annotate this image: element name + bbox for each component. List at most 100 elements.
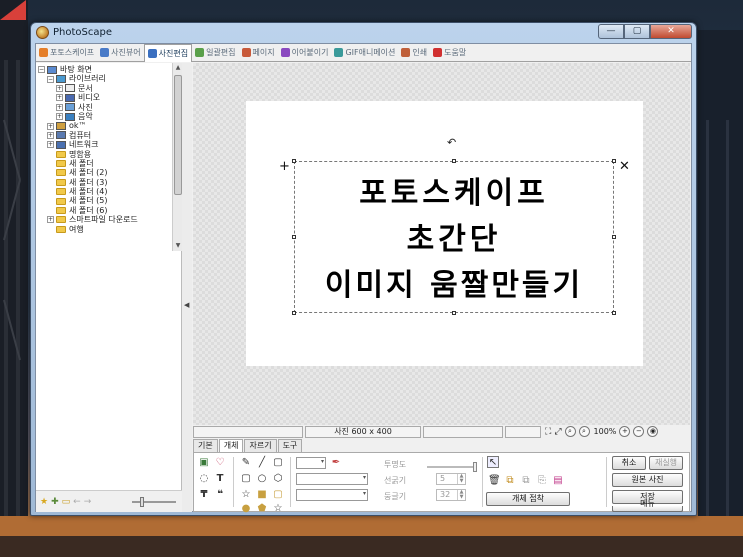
tab-8[interactable]: 인쇄 [398,44,430,61]
expand-icon[interactable]: + [56,103,63,111]
opacity-slider[interactable] [427,462,477,472]
tab-2[interactable]: 사진뷰어 [97,44,143,61]
tab-4[interactable]: 일괄편집 [192,44,238,61]
rotate-handle-icon[interactable]: ↶ [447,136,456,149]
resize-handle[interactable] [452,311,456,315]
tree-item[interactable]: 새 폴더 (4) [38,187,171,196]
text-box-icon[interactable]: ₸ [198,489,210,501]
trash-icon[interactable]: 🗑 [488,475,501,487]
fit-screen-icon[interactable]: ⛶ [545,427,551,437]
radius-spinner[interactable]: 32 ▲ ▼ [436,489,466,501]
tree-item[interactable]: − 바탕 화면 [38,65,171,74]
thickness-spinner[interactable]: 5 ▲ ▼ [436,473,466,485]
tree-item[interactable]: + 네트워크 [38,140,171,149]
tree-item[interactable]: + 문서 [38,84,171,93]
resize-handle[interactable] [612,311,616,315]
hexagon-tool-icon[interactable]: ⬡ [272,473,284,485]
pen-tool-icon[interactable]: ✎ [240,457,252,469]
photo-insert-icon[interactable]: ▣ [198,457,210,469]
tab-object[interactable]: 개체 [218,439,244,452]
close-button[interactable]: ✕ [650,24,692,39]
line-tool-icon[interactable]: ╱ [256,457,268,469]
expand-icon[interactable]: + [47,216,54,224]
expand-icon[interactable]: + [56,84,63,92]
tab-7[interactable]: GIF애니메이션 [331,44,398,61]
quote-icon[interactable]: ❝ [214,489,226,501]
zoom-options-icon[interactable]: ◉ [647,426,659,437]
tree-item[interactable]: + 사진 [38,103,171,112]
tab-6[interactable]: 이어붙이기 [278,44,332,61]
star-outline-icon[interactable]: ☆ [272,503,284,515]
resize-handle[interactable] [292,159,296,163]
tree-item[interactable]: + 비디오 [38,93,171,102]
fill-circle-icon[interactable]: ● [240,503,252,515]
icon-insert-icon[interactable]: ♡ [214,457,226,469]
original-photo-button[interactable]: 원본 사진 [612,473,683,487]
tree-item[interactable]: 새 폴더 (2) [38,168,171,177]
group-objects-button[interactable]: 개체 접착 [486,492,570,506]
collapse-icon[interactable]: − [38,66,45,74]
favorite-star-icon[interactable]: ★ [40,497,48,507]
maximize-button[interactable]: ▢ [624,24,650,39]
tree-item[interactable]: 여행 [38,225,171,234]
menu-button[interactable]: 메뉴 [612,500,683,512]
resize-handle[interactable] [612,159,616,163]
tab-5[interactable]: 페이지 [239,44,278,61]
tree-item[interactable]: 새 폴더 (3) [38,178,171,187]
fill-rect-icon[interactable]: ■ [256,489,268,501]
back-arrow-icon[interactable]: ← [73,497,81,507]
rectangle-tool-icon[interactable]: ▢ [272,457,284,469]
text-tool-icon[interactable]: T [214,473,226,485]
collapse-arrow-icon[interactable]: ◀ [184,301,189,309]
expand-icon[interactable]: + [47,122,54,130]
zoom-fit-icon[interactable]: ⌕ [564,426,576,437]
thumbnail-size-slider[interactable] [132,497,176,507]
resize-handle[interactable] [292,311,296,315]
tab-9[interactable]: 도움말 [430,44,469,61]
rounded-rect-icon[interactable]: ▢ [240,473,252,485]
forward-arrow-icon[interactable]: → [84,497,92,507]
tab-basic[interactable]: 기본 [193,439,218,452]
circle-tool-icon[interactable]: ○ [256,473,268,485]
color-dropdown[interactable]: ▾ [296,457,326,469]
star-tool-icon[interactable]: ☆ [240,489,252,501]
minimize-button[interactable]: — [598,24,624,39]
zoom-in-icon[interactable]: + [619,426,631,437]
fill-pentagon-icon[interactable]: ⬟ [256,503,268,515]
cancel-button[interactable]: 취소 [612,456,646,470]
eyedropper-icon[interactable]: ✒ [330,457,342,469]
title-bar[interactable]: PhotoScape — ▢ ✕ [31,23,696,43]
resize-handle[interactable] [452,159,456,163]
object-list-icon[interactable]: ▤ [552,475,564,487]
expand-icon[interactable]: + [47,141,54,149]
panel-splitter[interactable]: ◀ [182,63,192,512]
tab-tools[interactable]: 도구 [277,439,303,452]
speech-balloon-icon[interactable]: ◌ [198,473,210,485]
add-object-icon[interactable]: + [279,159,290,174]
tree-item[interactable]: + ok™ [38,121,171,130]
actual-size-icon[interactable]: ⤢ [554,427,561,437]
zoom-100-icon[interactable]: ⌕ [578,426,590,437]
tree-item[interactable]: + 스마트파일 다운로드 [38,215,171,224]
resize-handle[interactable] [292,235,296,239]
tree-item[interactable]: 새 폴더 (6) [38,206,171,215]
tab-crop[interactable]: 자르기 [244,439,277,452]
editor-canvas[interactable]: ↶ + ✕ 포토스케이프 초간단 이미지 움짤만들기 [193,63,690,425]
shadow-dropdown[interactable]: ▾ [296,489,368,501]
tree-scrollbar[interactable]: ▲ ▼ [172,63,182,251]
text-object-selection[interactable]: 포토스케이프 초간단 이미지 움짤만들기 [292,159,616,315]
expand-icon[interactable]: + [47,131,54,139]
tab-3[interactable]: 사진편집 [143,44,193,62]
tree-item[interactable]: − 라이브러리 [38,74,171,83]
fill-rounded-icon[interactable]: ▢ [272,489,284,501]
redo-button[interactable]: 재실행 [649,456,683,470]
resize-handle[interactable] [612,235,616,239]
line-style-dropdown[interactable]: ▾ [296,473,368,485]
expand-icon[interactable]: + [56,94,63,102]
tree-item[interactable]: + 컴퓨터 [38,131,171,140]
tree-item[interactable]: + 음악 [38,112,171,121]
favorite-add-icon[interactable]: ✚ [51,497,59,507]
paste-icon[interactable]: ⎘ [536,475,548,487]
select-pointer-icon[interactable]: ↖ [487,456,499,468]
folder-open-icon[interactable]: ▭ [62,497,71,507]
